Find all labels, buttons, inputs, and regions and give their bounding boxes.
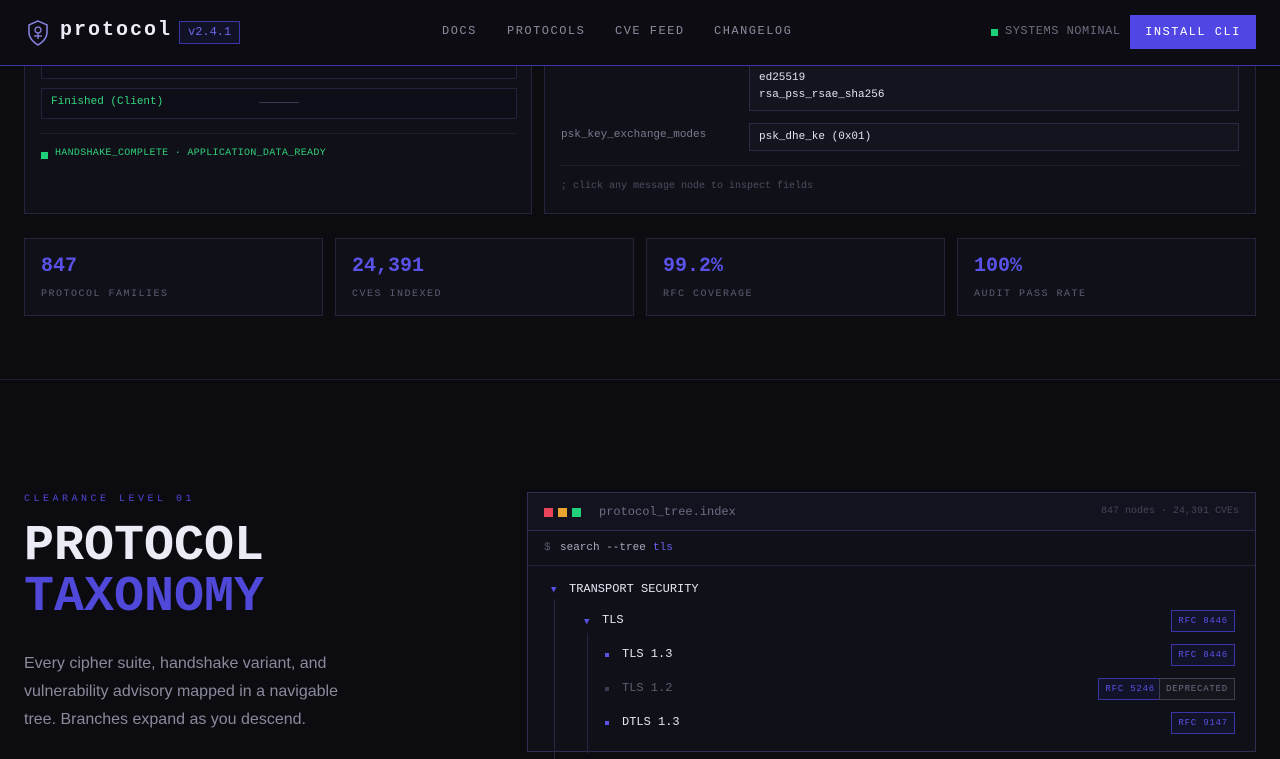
search-command: search --tree <box>560 542 646 554</box>
section-eyebrow: CLEARANCE LEVEL 01 <box>24 494 196 505</box>
caret-down-icon[interactable]: ▼ <box>551 585 556 595</box>
bullet-icon <box>605 721 609 725</box>
tree-node-tls[interactable]: TLS <box>602 613 624 627</box>
field-inspector-panel: ed25519 rsa_pss_rsae_sha256 psk_key_exch… <box>544 39 1256 214</box>
stat-card: 100% AUDIT PASS RATE <box>957 238 1256 316</box>
stat-value: 847 <box>41 255 78 278</box>
status-indicator-icon <box>991 29 998 36</box>
handshake-status: HANDSHAKE_COMPLETE · APPLICATION_DATA_RE… <box>55 148 326 159</box>
stat-label: CVES INDEXED <box>352 289 443 300</box>
message-node-finished[interactable]: Finished (Client) <box>41 88 517 119</box>
section-description: Every cipher suite, handshake variant, a… <box>24 655 338 728</box>
arrow-line-icon <box>259 102 299 103</box>
bullet-icon <box>605 653 609 657</box>
protocol-tree-window: protocol_tree.index 847 nodes · 24,391 C… <box>527 492 1256 759</box>
nav-link-protocols[interactable]: PROTOCOLS <box>507 24 585 38</box>
stat-card: 99.2% RFC COVERAGE <box>646 238 945 316</box>
stat-card: 24,391 CVES INDEXED <box>335 238 634 316</box>
system-status: SYSTEMS NOMINAL <box>1005 24 1121 38</box>
top-nav: protocol v2.4.1 DOCS PROTOCOLS CVE FEED … <box>0 0 1280 66</box>
rfc-tag[interactable]: RFC 8446 <box>1171 644 1235 666</box>
brand-name[interactable]: protocol <box>60 19 172 42</box>
stat-value: 24,391 <box>352 255 425 278</box>
stat-label: PROTOCOL FAMILIES <box>41 289 169 300</box>
inspector-hint: ; click any message node to inspect fiel… <box>561 181 814 192</box>
sig-alg-item: ed25519 <box>759 72 806 84</box>
tree-node-count: 847 nodes · 24,391 CVEs <box>1100 506 1239 517</box>
nav-link-docs[interactable]: DOCS <box>442 24 477 38</box>
section-title-line2: TAXONOMY <box>24 569 265 626</box>
psk-modes-value[interactable]: psk_dhe_ke (0x01) <box>749 123 1239 151</box>
minimize-dot-icon[interactable] <box>558 508 567 517</box>
tree-guide-line <box>554 599 555 759</box>
tree-guide-line <box>587 633 588 753</box>
section-title-line1: PROTOCOL <box>24 518 265 575</box>
divider <box>41 133 517 134</box>
divider <box>561 165 1241 166</box>
stat-label: RFC COVERAGE <box>663 289 754 300</box>
section-divider <box>0 379 1280 380</box>
field-label-psk-modes: psk_key_exchange_modes <box>561 129 707 141</box>
version-badge: v2.4.1 <box>179 21 241 44</box>
maximize-dot-icon[interactable] <box>572 508 581 517</box>
tree-node-transport-security[interactable]: TRANSPORT SECURITY <box>569 582 699 596</box>
stat-label: AUDIT PASS RATE <box>974 289 1087 300</box>
deprecated-badge: DEPRECATED <box>1158 678 1235 700</box>
tree-node-tls-1-2[interactable]: TLS 1.2 <box>622 681 672 695</box>
tree-node-tls-1-3[interactable]: TLS 1.3 <box>622 647 672 661</box>
window-filename: protocol_tree.index <box>599 505 736 519</box>
message-label: Finished (Client) <box>51 96 164 108</box>
rfc-tag[interactable]: RFC 5246 <box>1098 678 1162 700</box>
search-query[interactable]: tls <box>653 542 673 554</box>
stat-value: 100% <box>974 255 1023 278</box>
stat-card: 847 PROTOCOL FAMILIES <box>24 238 323 316</box>
bullet-icon <box>605 687 609 691</box>
shield-logo-icon[interactable] <box>27 20 49 46</box>
stat-value: 99.2% <box>663 255 724 278</box>
window-titlebar: protocol_tree.index 847 nodes · 24,391 C… <box>528 493 1255 531</box>
nav-link-changelog[interactable]: CHANGELOG <box>714 24 792 38</box>
caret-down-icon[interactable]: ▼ <box>584 617 589 627</box>
handshake-panel: Finished (Client) HANDSHAKE_COMPLETE · A… <box>24 39 532 214</box>
complete-indicator-icon <box>41 152 48 159</box>
sig-alg-item: rsa_pss_rsae_sha256 <box>759 89 885 101</box>
tree-node-dtls-1-3[interactable]: DTLS 1.3 <box>622 715 680 729</box>
rfc-tag[interactable]: RFC 9147 <box>1171 712 1235 734</box>
install-cli-button[interactable]: INSTALL CLI <box>1130 15 1256 49</box>
nav-link-cve-feed[interactable]: CVE FEED <box>615 24 685 38</box>
prompt-symbol: $ <box>544 542 551 554</box>
close-dot-icon[interactable] <box>544 508 553 517</box>
tree-search-bar[interactable]: $ search --tree tls <box>528 532 1255 566</box>
rfc-tag[interactable]: RFC 8446 <box>1171 610 1235 632</box>
